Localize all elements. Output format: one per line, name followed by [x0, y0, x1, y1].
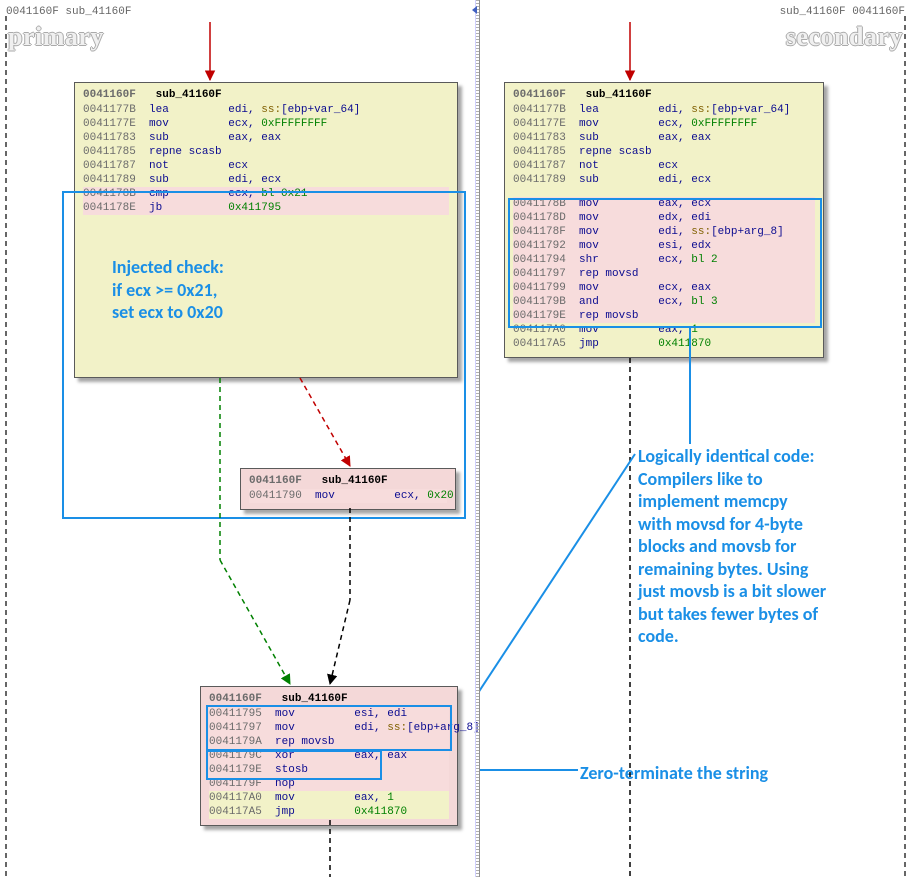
asm-row: 0041179E rep movsb — [513, 309, 815, 323]
block-title: 0041160F sub_41160F — [83, 89, 449, 101]
asm-row: 0041179F nop — [209, 777, 449, 791]
asm-row: 0041177E mov ecx, 0xFFFFFFFF — [83, 117, 449, 131]
asm-row: 00411789 sub edi, ecx — [83, 173, 449, 187]
asm-row: 0041177E mov ecx, 0xFFFFFFFF — [513, 117, 815, 131]
annotation-injected: Injected check: if ecx >= 0x21, set ecx … — [112, 256, 312, 324]
asm-row: 00411783 sub eax, eax — [83, 131, 449, 145]
left-header: 0041160F sub_41160F — [6, 6, 131, 18]
asm-row: 00411799 mov ecx, eax — [513, 281, 815, 295]
asm-row: 0041179C xor eax, eax — [209, 749, 449, 763]
secondary-label: secondary — [786, 22, 903, 52]
asm-row: 00411797 mov edi, ss:[ebp+arg_8] — [209, 721, 449, 735]
asm-row: 00411787 not ecx — [83, 159, 449, 173]
asm-row: 00411789 sub edi, ecx — [513, 173, 815, 187]
block-title: 0041160F sub_41160F — [249, 475, 447, 487]
asm-row: 0041177B lea edi, ss:[ebp+var_64] — [83, 103, 449, 117]
annotation-memcpy: Logically identical code: Compilers like… — [638, 445, 898, 648]
left-block-3: 0041160F sub_41160F 00411795 mov esi, ed… — [200, 686, 458, 826]
asm-row: 0041178F mov edi, ss:[ebp+arg_8] — [513, 225, 815, 239]
annotation-zeroterm: Zero-terminate the string — [580, 762, 880, 785]
asm-row: 00411785 repne scasb — [83, 145, 449, 159]
left-pane: 0041160F sub_41160F primary 0041160F sub… — [0, 0, 475, 877]
asm-row: 00411792 mov esi, edx — [513, 239, 815, 253]
asm-row: 004117A0 mov eax, 1 — [209, 791, 449, 805]
asm-row: 0041178B mov eax, ecx — [513, 197, 815, 211]
asm-row: 004117A5 jmp 0x411870 — [209, 805, 449, 819]
asm-row: 0041179B and ecx, bl 3 — [513, 295, 815, 309]
asm-row: 004117A5 jmp 0x411870 — [513, 337, 815, 351]
asm-row: 00411787 not ecx — [513, 159, 815, 173]
asm-row: 0041178D mov edx, edi — [513, 211, 815, 225]
right-block-1: 0041160F sub_41160F 0041177B lea edi, ss… — [504, 82, 824, 358]
asm-row: 00411790 mov ecx, 0x20 — [249, 489, 447, 503]
block-title: 0041160F sub_41160F — [209, 693, 449, 705]
left-block-1: 0041160F sub_41160F 0041177B lea edi, ss… — [74, 82, 458, 378]
left-block-2: 0041160F sub_41160F 00411790 mov ecx, 0x… — [240, 468, 456, 510]
primary-label: primary — [8, 22, 104, 52]
asm-row: 00411783 sub eax, eax — [513, 131, 815, 145]
block-title: 0041160F sub_41160F — [513, 89, 815, 101]
asm-row: 00411795 mov esi, edi — [209, 707, 449, 721]
asm-row: 0041178B cmp ecx, bl 0x21 — [83, 187, 449, 201]
asm-row: 0041179E stosb — [209, 763, 449, 777]
right-pane: sub_41160F 0041160F secondary 0041160F s… — [480, 0, 911, 877]
asm-row: 0041177B lea edi, ss:[ebp+var_64] — [513, 103, 815, 117]
asm-row: 0041179A rep movsb — [209, 735, 449, 749]
asm-row: 00411785 repne scasb — [513, 145, 815, 159]
right-header: sub_41160F 0041160F — [780, 6, 905, 18]
asm-row: 00411797 rep movsd — [513, 267, 815, 281]
asm-row: 00411794 shr ecx, bl 2 — [513, 253, 815, 267]
asm-row: 004117A0 mov eax, 1 — [513, 323, 815, 337]
asm-row: 0041178E jb 0x411795 — [83, 201, 449, 215]
